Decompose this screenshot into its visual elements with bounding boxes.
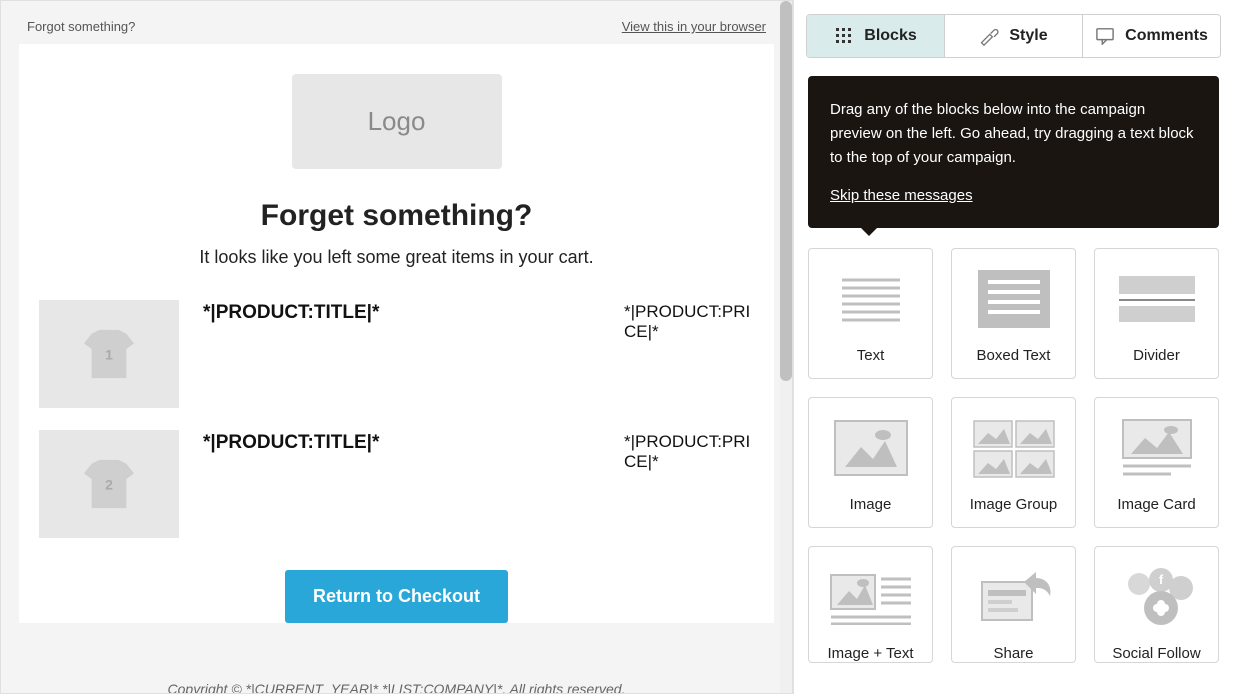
image-group-icon (970, 414, 1058, 482)
block-boxed-text[interactable]: Boxed Text (951, 248, 1076, 379)
view-in-browser-link[interactable]: View this in your browser (622, 19, 766, 34)
block-image-text[interactable]: Image + Text (808, 546, 933, 663)
logo-placeholder[interactable]: Logo (292, 74, 502, 169)
email-footer: Copyright © *|CURRENT_YEAR|* *|LIST:COMP… (19, 663, 774, 694)
style-icon (979, 26, 999, 46)
block-image-group[interactable]: Image Group (951, 397, 1076, 528)
boxed-text-icon (970, 265, 1058, 333)
product-price: *|PRODUCT:PRICE|* (624, 430, 754, 472)
block-image[interactable]: Image (808, 397, 933, 528)
block-label: Share (993, 645, 1033, 662)
tooltip-text: Drag any of the blocks below into the ca… (830, 98, 1197, 170)
block-label: Image Card (1117, 496, 1195, 513)
block-label: Divider (1133, 347, 1180, 364)
image-card-icon (1113, 414, 1201, 482)
email-body: Logo Forget something? It looks like you… (19, 44, 774, 623)
sidebar-tabs: Blocks Style Comments (806, 14, 1221, 58)
tab-label: Blocks (864, 27, 916, 45)
return-to-checkout-button[interactable]: Return to Checkout (285, 570, 508, 623)
onboarding-tooltip: Drag any of the blocks below into the ca… (808, 76, 1219, 228)
block-share[interactable]: Share (951, 546, 1076, 663)
product-row: 1 *|PRODUCT:TITLE|* *|PRODUCT:PRICE|* (39, 300, 754, 408)
block-image-card[interactable]: Image Card (1094, 397, 1219, 528)
comments-icon (1095, 26, 1115, 46)
product-image-placeholder[interactable]: 2 (39, 430, 179, 538)
tab-label: Style (1009, 27, 1047, 45)
tab-comments[interactable]: Comments (1083, 15, 1220, 57)
text-icon (827, 265, 915, 333)
skip-messages-link[interactable]: Skip these messages (830, 187, 973, 204)
image-icon (827, 414, 915, 482)
tab-blocks[interactable]: Blocks (807, 15, 945, 57)
preheader-text: Forgot something? (27, 19, 135, 34)
block-label: Text (857, 347, 885, 364)
product-row: 2 *|PRODUCT:TITLE|* *|PRODUCT:PRICE|* (39, 430, 754, 538)
editor-sidebar: Blocks Style Comments Drag any of the bl… (793, 0, 1233, 694)
block-label: Image (850, 496, 892, 513)
block-social-follow[interactable]: f Social Follow (1094, 546, 1219, 663)
blocks-grid: Text Boxed Text Divider Im (794, 248, 1233, 677)
product-number: 2 (105, 476, 113, 492)
blocks-icon (834, 26, 854, 46)
email-heading: Forget something? (39, 199, 754, 233)
block-label: Social Follow (1112, 645, 1200, 662)
product-title: *|PRODUCT:TITLE|* (203, 430, 600, 454)
divider-icon (1113, 265, 1201, 333)
product-title: *|PRODUCT:TITLE|* (203, 300, 600, 324)
block-divider[interactable]: Divider (1094, 248, 1219, 379)
block-label: Image + Text (827, 645, 913, 662)
block-text[interactable]: Text (808, 248, 933, 379)
tab-style[interactable]: Style (945, 15, 1083, 57)
email-subheading: It looks like you left some great items … (39, 247, 754, 268)
block-label: Boxed Text (977, 347, 1051, 364)
block-label: Image Group (970, 496, 1058, 513)
social-follow-icon: f (1113, 563, 1201, 631)
svg-text:f: f (1158, 572, 1163, 587)
image-text-icon (827, 563, 915, 631)
tab-label: Comments (1125, 27, 1208, 45)
share-icon (970, 563, 1058, 631)
product-image-placeholder[interactable]: 1 (39, 300, 179, 408)
product-price: *|PRODUCT:PRICE|* (624, 300, 754, 342)
preview-scrollbar[interactable] (780, 1, 792, 693)
campaign-preview[interactable]: Forgot something? View this in your brow… (0, 0, 793, 694)
product-number: 1 (105, 346, 113, 362)
